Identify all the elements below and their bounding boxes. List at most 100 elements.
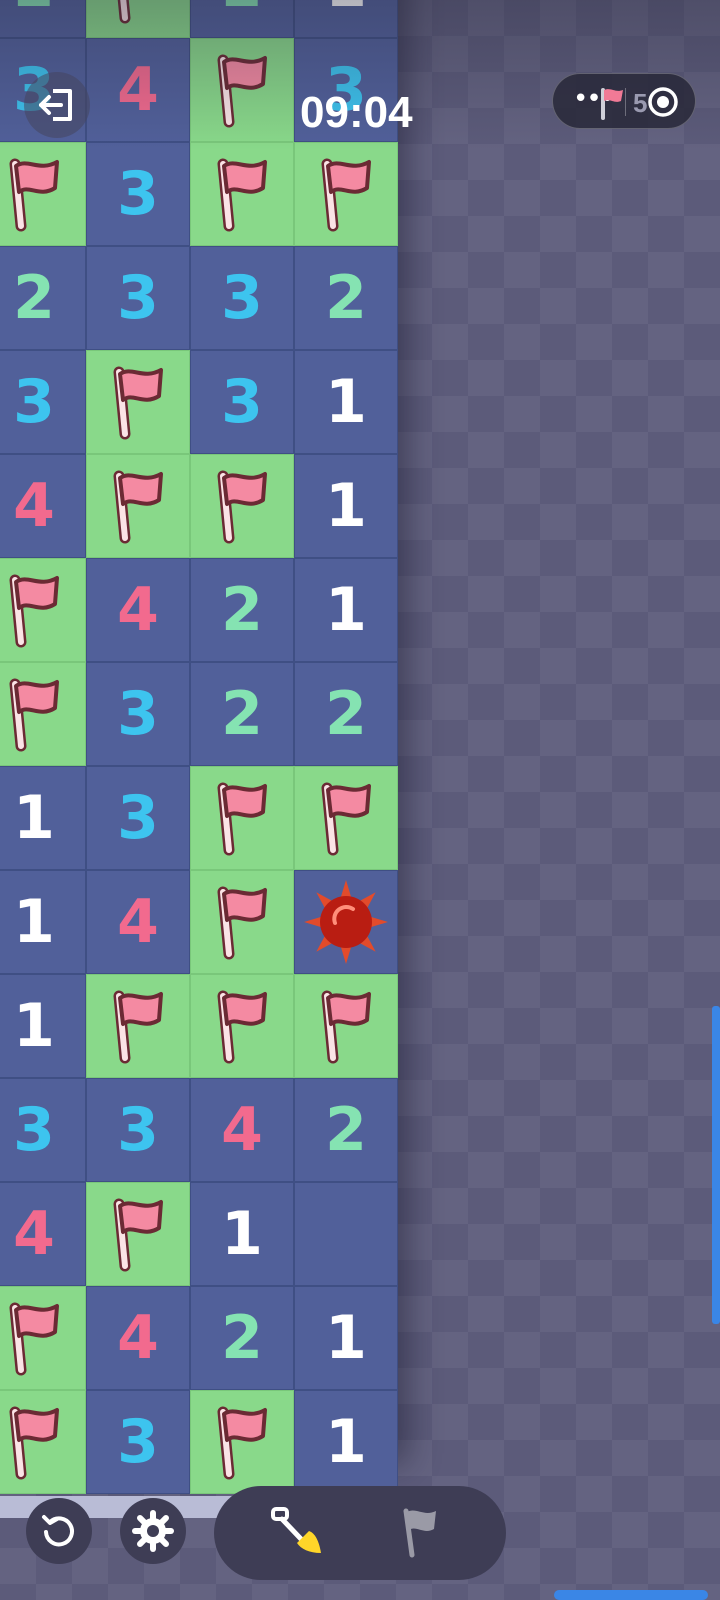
close-target-icon[interactable] xyxy=(647,86,679,118)
flagged-cell[interactable] xyxy=(0,142,86,246)
cell-number: 3 xyxy=(117,263,159,333)
restart-button[interactable] xyxy=(26,1498,92,1564)
number-cell[interactable]: 2 xyxy=(294,246,398,350)
flagged-cell[interactable] xyxy=(294,766,398,870)
flagged-cell[interactable] xyxy=(86,454,190,558)
scrollbar[interactable] xyxy=(712,1006,720,1324)
exit-button[interactable] xyxy=(24,72,90,138)
cell-number: 2 xyxy=(13,0,55,16)
flag-icon xyxy=(1,1298,67,1378)
cell-number: 3 xyxy=(13,1095,55,1165)
flagged-cell[interactable] xyxy=(0,662,86,766)
number-cell[interactable]: 3 xyxy=(0,350,86,454)
number-cell[interactable]: 2 xyxy=(190,0,294,38)
number-cell[interactable]: 2 xyxy=(0,0,86,38)
number-cell[interactable]: 1 xyxy=(294,1390,398,1494)
cell-number: 1 xyxy=(325,0,367,16)
flagged-cell[interactable] xyxy=(0,558,86,662)
number-cell[interactable]: 1 xyxy=(0,766,86,870)
number-cell[interactable]: 1 xyxy=(190,1182,294,1286)
number-cell[interactable]: 1 xyxy=(0,974,86,1078)
flagged-cell[interactable] xyxy=(294,142,398,246)
flag-mode-button[interactable] xyxy=(386,1498,456,1568)
number-cell[interactable]: 2 xyxy=(0,246,86,350)
flag-icon xyxy=(209,882,275,962)
number-cell[interactable]: 3 xyxy=(190,246,294,350)
number-cell[interactable]: 1 xyxy=(294,350,398,454)
cell-number: 2 xyxy=(221,679,263,749)
flagged-cell[interactable] xyxy=(190,1390,294,1494)
cell-number: 3 xyxy=(117,159,159,229)
flagged-cell[interactable] xyxy=(0,1286,86,1390)
flagged-cell[interactable] xyxy=(86,974,190,1078)
flag-icon xyxy=(209,466,275,546)
number-cell[interactable]: 1 xyxy=(294,0,398,38)
settings-button[interactable] xyxy=(120,1498,186,1564)
flag-icon xyxy=(1,570,67,650)
empty-cell[interactable] xyxy=(294,1182,398,1286)
number-cell[interactable]: 3 xyxy=(190,350,294,454)
flagged-cell[interactable] xyxy=(190,766,294,870)
flagged-cell[interactable] xyxy=(190,870,294,974)
mini-program-capsule[interactable]: ••• 5 xyxy=(552,73,696,129)
flag-icon xyxy=(1,1402,67,1482)
number-cell[interactable]: 3 xyxy=(86,142,190,246)
flagged-cell[interactable] xyxy=(86,1182,190,1286)
number-cell[interactable]: 3 xyxy=(86,246,190,350)
cell-number: 1 xyxy=(13,887,55,957)
number-cell[interactable]: 2 xyxy=(190,558,294,662)
number-cell[interactable]: 1 xyxy=(294,558,398,662)
number-cell[interactable]: 4 xyxy=(86,38,190,142)
cell-number: 1 xyxy=(13,783,55,853)
dig-mode-button[interactable] xyxy=(264,1498,334,1568)
flagged-cell[interactable] xyxy=(190,38,294,142)
cell-number: 2 xyxy=(13,263,55,333)
flagged-cell[interactable] xyxy=(190,974,294,1078)
flag-icon xyxy=(209,1402,275,1482)
flagged-cell[interactable] xyxy=(86,0,190,38)
number-cell[interactable]: 4 xyxy=(0,454,86,558)
flagged-cell[interactable] xyxy=(190,454,294,558)
restart-icon xyxy=(42,1515,74,1547)
number-cell[interactable]: 1 xyxy=(294,1286,398,1390)
flags-remaining-count: 5 xyxy=(633,88,648,118)
flagged-cell[interactable] xyxy=(86,350,190,454)
number-cell[interactable]: 4 xyxy=(190,1078,294,1182)
cell-number: 2 xyxy=(221,1303,263,1373)
number-cell[interactable]: 2 xyxy=(190,1286,294,1390)
cell-number: 3 xyxy=(117,679,159,749)
cell-number: 2 xyxy=(325,1095,367,1165)
number-cell[interactable]: 3 xyxy=(86,1078,190,1182)
cell-number: 4 xyxy=(221,1095,263,1165)
flagged-cell[interactable] xyxy=(0,1390,86,1494)
cell-number: 3 xyxy=(117,1095,159,1165)
flagged-cell[interactable] xyxy=(190,142,294,246)
number-cell[interactable]: 1 xyxy=(294,454,398,558)
number-cell[interactable]: 1 xyxy=(0,870,86,974)
number-cell[interactable]: 4 xyxy=(86,1286,190,1390)
number-cell[interactable]: 3 xyxy=(86,662,190,766)
flag-icon xyxy=(105,1194,171,1274)
flag-icon xyxy=(403,1508,436,1558)
game-timer: 09:04 xyxy=(300,88,413,137)
number-cell[interactable]: 4 xyxy=(0,1182,86,1286)
flagged-cell[interactable] xyxy=(294,974,398,1078)
flag-icon xyxy=(105,0,171,26)
number-cell[interactable]: 2 xyxy=(294,662,398,766)
cell-number: 3 xyxy=(13,367,55,437)
number-cell[interactable]: 4 xyxy=(86,870,190,974)
number-cell[interactable]: 3 xyxy=(86,1390,190,1494)
number-cell[interactable]: 3 xyxy=(0,1078,86,1182)
cell-number: 4 xyxy=(117,55,159,125)
flag-icon xyxy=(313,154,379,234)
cell-number: 1 xyxy=(325,575,367,645)
number-cell[interactable]: 3 xyxy=(86,766,190,870)
number-cell[interactable]: 4 xyxy=(86,558,190,662)
mine-icon xyxy=(303,879,389,965)
flag-icon xyxy=(1,154,67,234)
number-cell[interactable]: 2 xyxy=(294,1078,398,1182)
flag-icon xyxy=(105,362,171,442)
number-cell[interactable]: 2 xyxy=(190,662,294,766)
exploded-mine-cell[interactable] xyxy=(294,870,398,974)
cell-number: 4 xyxy=(13,471,55,541)
